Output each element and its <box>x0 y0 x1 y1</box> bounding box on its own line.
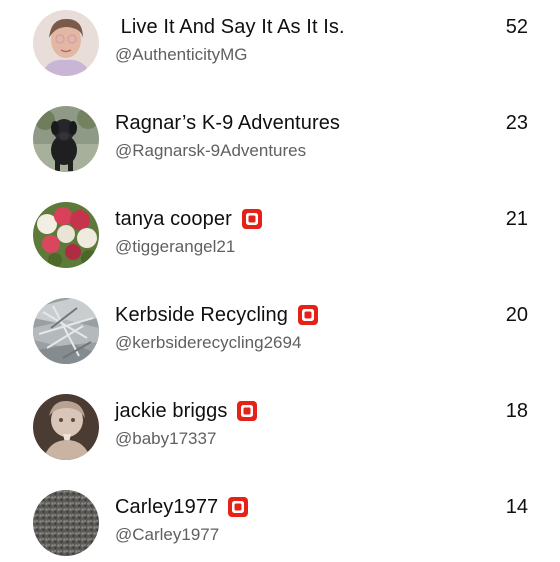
channel-handle: @Carley1977 <box>115 525 220 544</box>
gravel-texture-avatar[interactable] <box>33 490 99 556</box>
channel-count: 52 <box>505 16 528 38</box>
channel-name[interactable]: jackie briggs <box>115 400 227 423</box>
channel-row[interactable]: Live It And Say It As It Is. @Authentici… <box>0 2 560 82</box>
channel-row[interactable]: Carley1977 @Carley1977 14 <box>0 482 560 562</box>
channel-count: 23 <box>505 112 528 134</box>
channel-handle: @AuthenticityMG <box>115 45 248 64</box>
membership-badge-icon <box>298 305 318 325</box>
woman-portrait-avatar[interactable] <box>33 10 99 76</box>
channel-name[interactable]: Kerbside Recycling <box>115 304 288 327</box>
channel-name-line: Ragnar’s K-9 Adventures <box>115 109 340 137</box>
channel-name[interactable]: Carley1977 <box>115 496 218 519</box>
channel-name-line: Kerbside Recycling <box>115 301 318 329</box>
membership-badge-icon <box>228 497 249 517</box>
scrap-metal-avatar[interactable] <box>33 298 99 364</box>
membership-badge-icon <box>241 209 262 229</box>
channel-name[interactable]: Ragnar’s K-9 Adventures <box>115 112 340 135</box>
channel-row[interactable]: tanya cooper @tiggerangel21 21 <box>0 194 560 274</box>
channel-name-line: tanya cooper <box>115 205 262 233</box>
channel-name[interactable]: Live It And Say It As It Is. <box>115 16 345 39</box>
channel-count: 18 <box>505 400 528 422</box>
membership-badge-icon <box>237 401 258 421</box>
channel-count: 20 <box>505 304 528 326</box>
channel-row[interactable]: jackie briggs @baby17337 18 <box>0 386 560 466</box>
channel-name-line: jackie briggs <box>115 397 258 425</box>
channel-handle: @kerbsiderecycling2694 <box>115 333 302 352</box>
roses-bouquet-avatar[interactable] <box>33 202 99 268</box>
channel-handle: @tiggerangel21 <box>115 237 236 256</box>
channel-handle: @Ragnarsk-9Adventures <box>115 141 307 160</box>
channel-handle: @baby17337 <box>115 429 217 448</box>
channel-name[interactable]: tanya cooper <box>115 208 232 231</box>
channel-count: 21 <box>505 208 528 230</box>
child-praying-avatar[interactable] <box>33 394 99 460</box>
channel-name-line: Live It And Say It As It Is. <box>115 13 345 41</box>
channel-row[interactable]: Ragnar’s K-9 Adventures @Ragnarsk-9Adven… <box>0 98 560 178</box>
channel-count: 14 <box>505 496 528 518</box>
black-dog-avatar[interactable] <box>33 106 99 172</box>
channel-row[interactable]: Kerbside Recycling @kerbsiderecycling269… <box>0 290 560 370</box>
channel-name-line: Carley1977 <box>115 493 249 521</box>
